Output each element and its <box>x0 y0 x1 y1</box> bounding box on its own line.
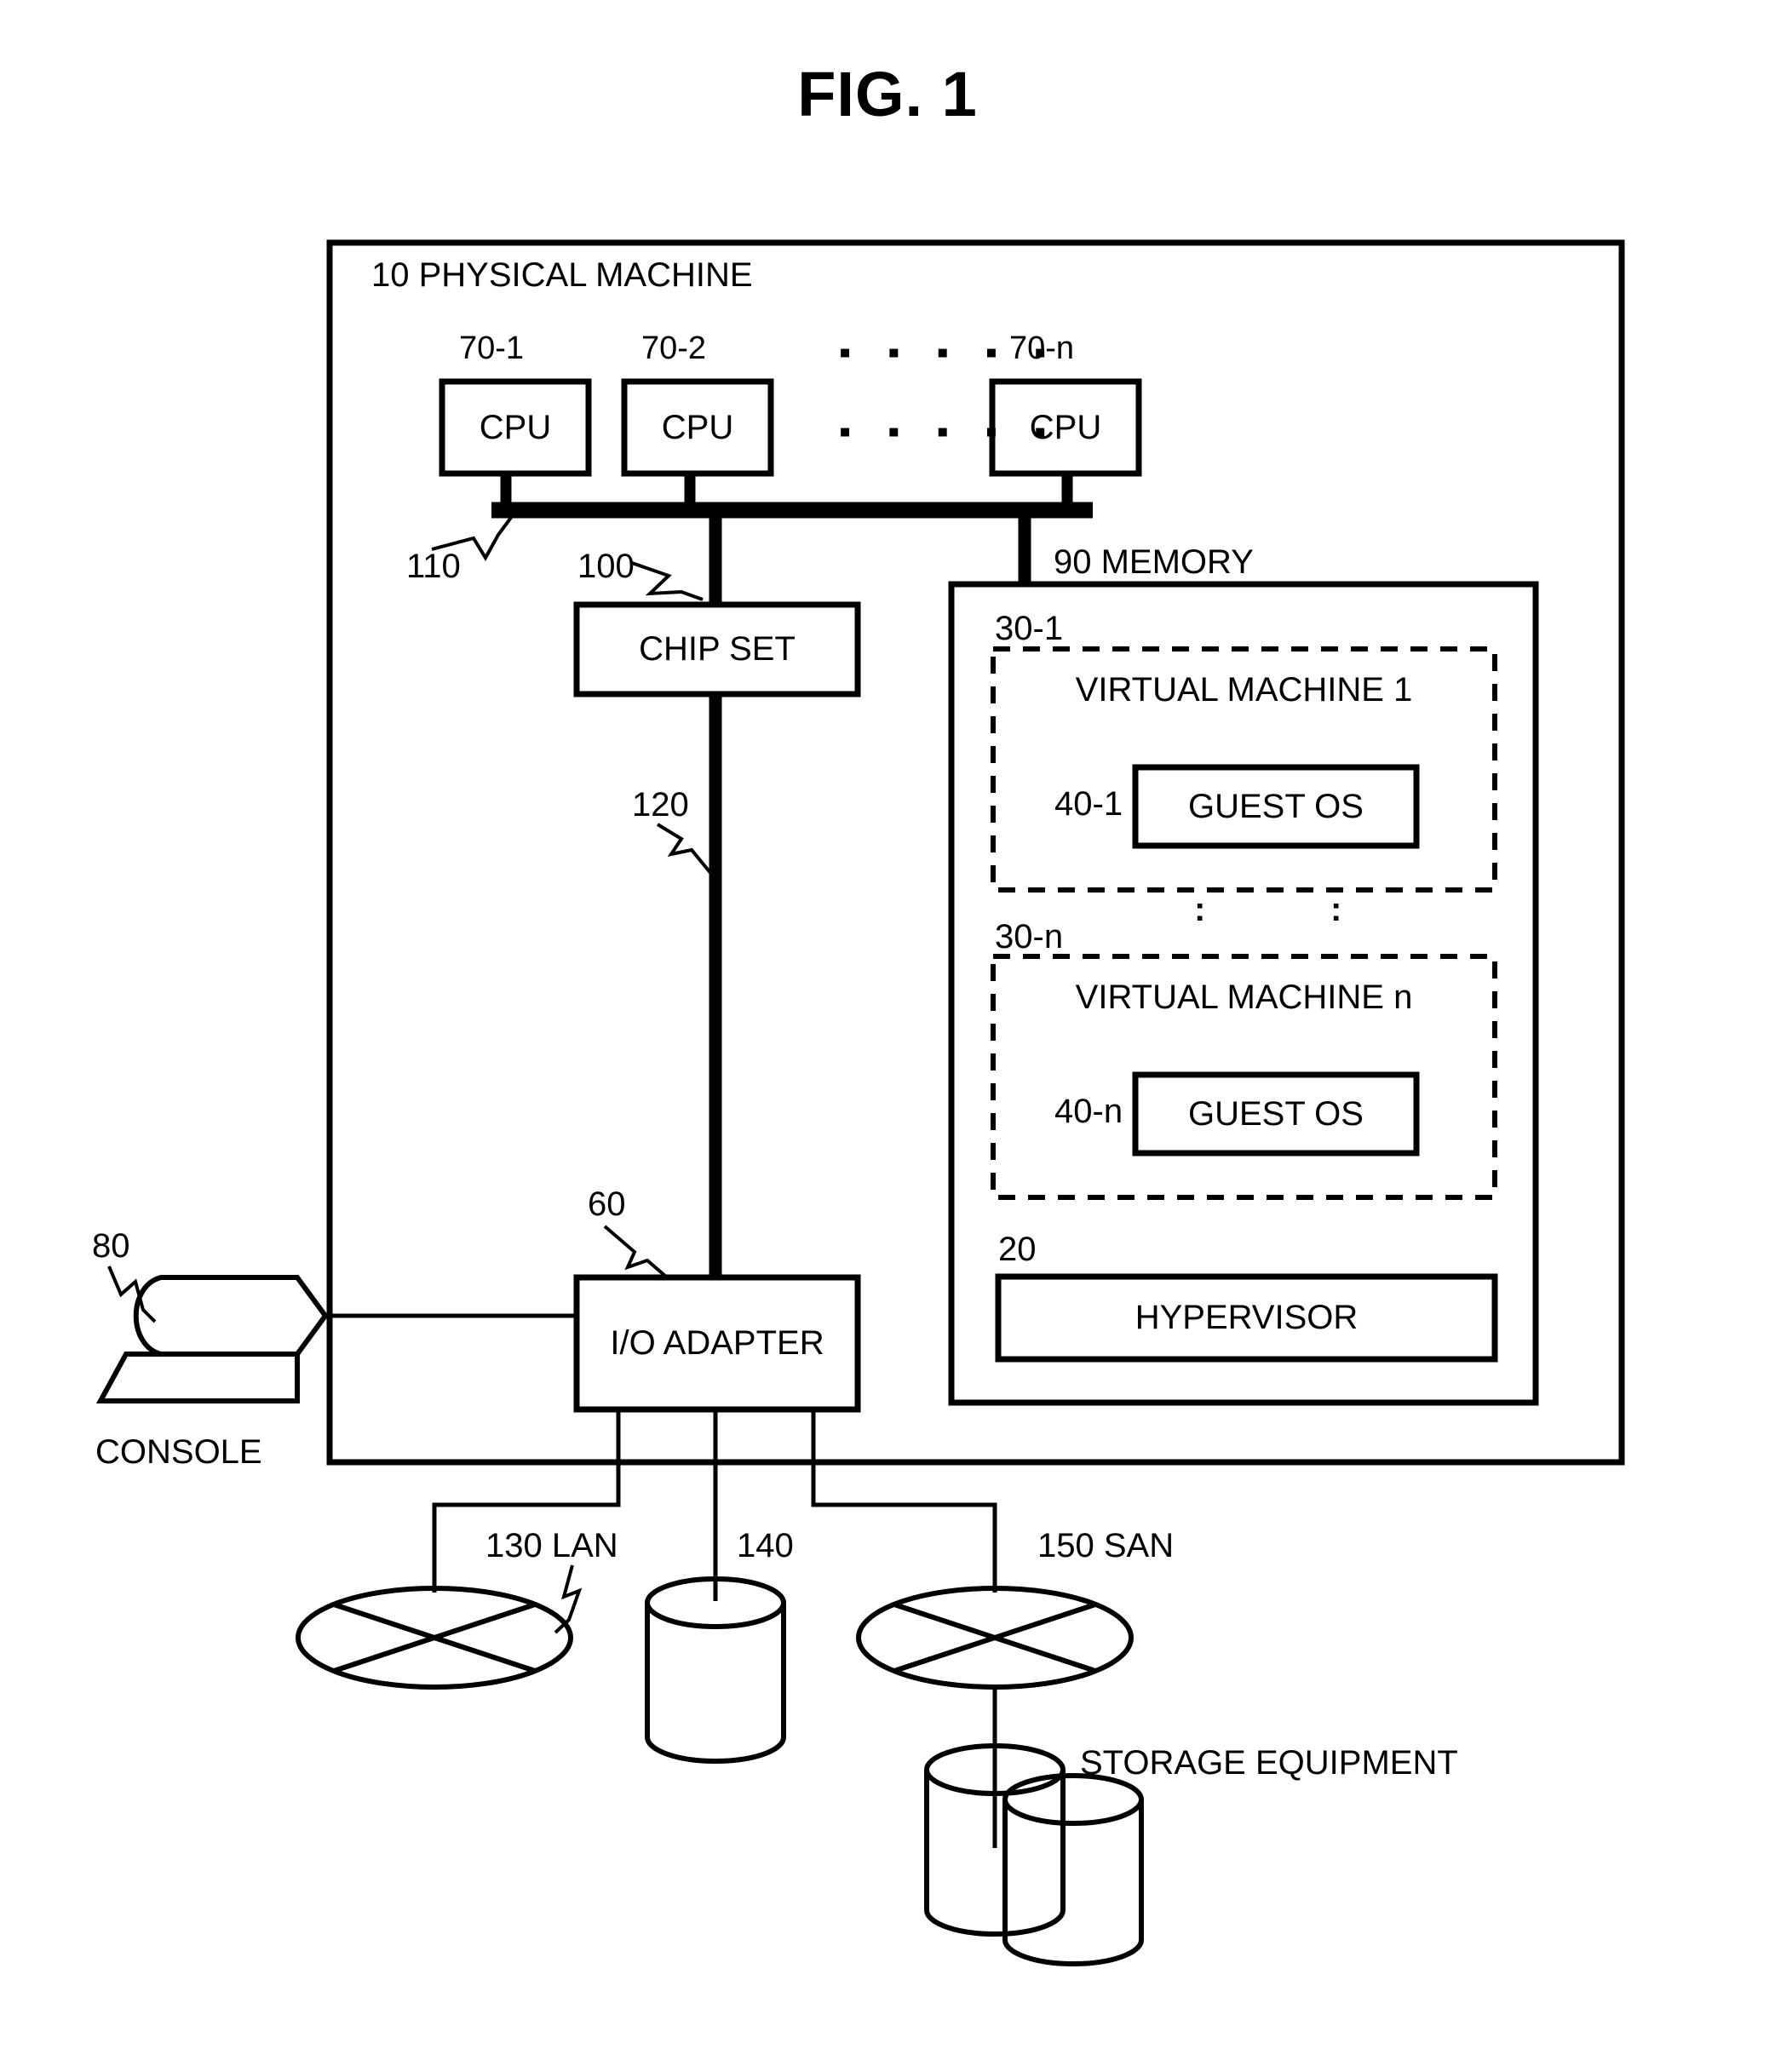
guest-os-ref-1: 40-1 <box>1054 785 1123 823</box>
figure-title: FIG. 1 <box>797 59 978 129</box>
disk-140-bottom-arc <box>645 1736 786 1764</box>
cpu-ellipsis-top: ▪ ▪ ▪ ▪ ▪ <box>839 334 1060 371</box>
vm-ellipsis-left: : <box>1194 891 1206 928</box>
leader-130 <box>554 1564 583 1634</box>
leader-100 <box>631 561 704 601</box>
storage-front-bottom-arc <box>924 1909 1066 1937</box>
io-adapter-label: I/O ADAPTER <box>610 1324 824 1362</box>
console-base-shape <box>95 1352 300 1403</box>
console-ref: 80 <box>92 1227 130 1265</box>
io-adapter-ref: 60 <box>588 1185 626 1223</box>
virtual-machine-1-label: VIRTUAL MACHINE 1 <box>1075 670 1413 709</box>
figure-canvas: FIG. 1 10 PHYSICAL MACHINE 70-1 70-2 70-… <box>0 0 1775 2072</box>
storage-back-top-ellipse <box>1002 1773 1144 1826</box>
lan-network-icon-x1 <box>333 1602 536 1673</box>
cpu-ref-2: 70-2 <box>641 330 707 366</box>
cpu-bus-ref: 110 <box>406 548 461 585</box>
lan-network-icon-x2 <box>333 1602 536 1673</box>
disk-140-top-ellipse <box>645 1576 786 1629</box>
san-network-icon-x2 <box>893 1602 1096 1673</box>
physical-machine-label: 10 PHYSICAL MACHINE <box>371 256 753 294</box>
memory-label: 90 MEMORY <box>1054 543 1254 581</box>
vm-ellipsis-right: : <box>1330 891 1342 928</box>
storage-equipment-label: STORAGE EQUIPMENT <box>1080 1744 1458 1782</box>
io-to-lan-line <box>432 1409 621 1593</box>
cpu-ref-1: 70-1 <box>459 330 525 366</box>
cpu-ellipsis-middle: ▪ ▪ ▪ ▪ ▪ <box>839 413 1060 451</box>
console-monitor-shape <box>133 1275 329 1357</box>
diagram-vector-layer <box>95 239 1625 1966</box>
san-network-icon-x1 <box>893 1602 1096 1673</box>
san-network-icon <box>856 1586 1134 1690</box>
san-label: 150 SAN <box>1037 1527 1175 1564</box>
guest-os-label-1: GUEST OS <box>1188 787 1364 825</box>
virtual-machine-1-ref: 30-1 <box>995 610 1064 647</box>
leader-60 <box>603 1225 668 1278</box>
guest-os-ref-n: 40-n <box>1054 1093 1123 1130</box>
lan-network-icon <box>296 1586 573 1690</box>
chipset-label: CHIP SET <box>639 630 796 668</box>
chipset-ref: 100 <box>577 548 635 585</box>
storage-back-bottom-arc <box>1002 1939 1144 1966</box>
hypervisor-ref: 20 <box>998 1231 1037 1268</box>
lan-label: 130 LAN <box>485 1527 618 1564</box>
cpu-label-1: CPU <box>479 408 552 446</box>
storage-front-top-ellipse <box>924 1743 1066 1796</box>
console-label: CONSOLE <box>95 1433 262 1471</box>
io-to-san-line <box>811 1409 997 1593</box>
virtual-machine-n-ref: 30-n <box>995 918 1064 956</box>
leader-80 <box>107 1266 157 1323</box>
hypervisor-label: HYPERVISOR <box>1135 1299 1359 1336</box>
disk-140-label: 140 <box>737 1527 794 1564</box>
guest-os-label-n: GUEST OS <box>1188 1094 1364 1133</box>
cpu-label-2: CPU <box>661 408 734 446</box>
io-bus-ref: 120 <box>632 786 689 824</box>
leader-120 <box>656 823 713 875</box>
virtual-machine-n-label: VIRTUAL MACHINE n <box>1075 978 1413 1016</box>
